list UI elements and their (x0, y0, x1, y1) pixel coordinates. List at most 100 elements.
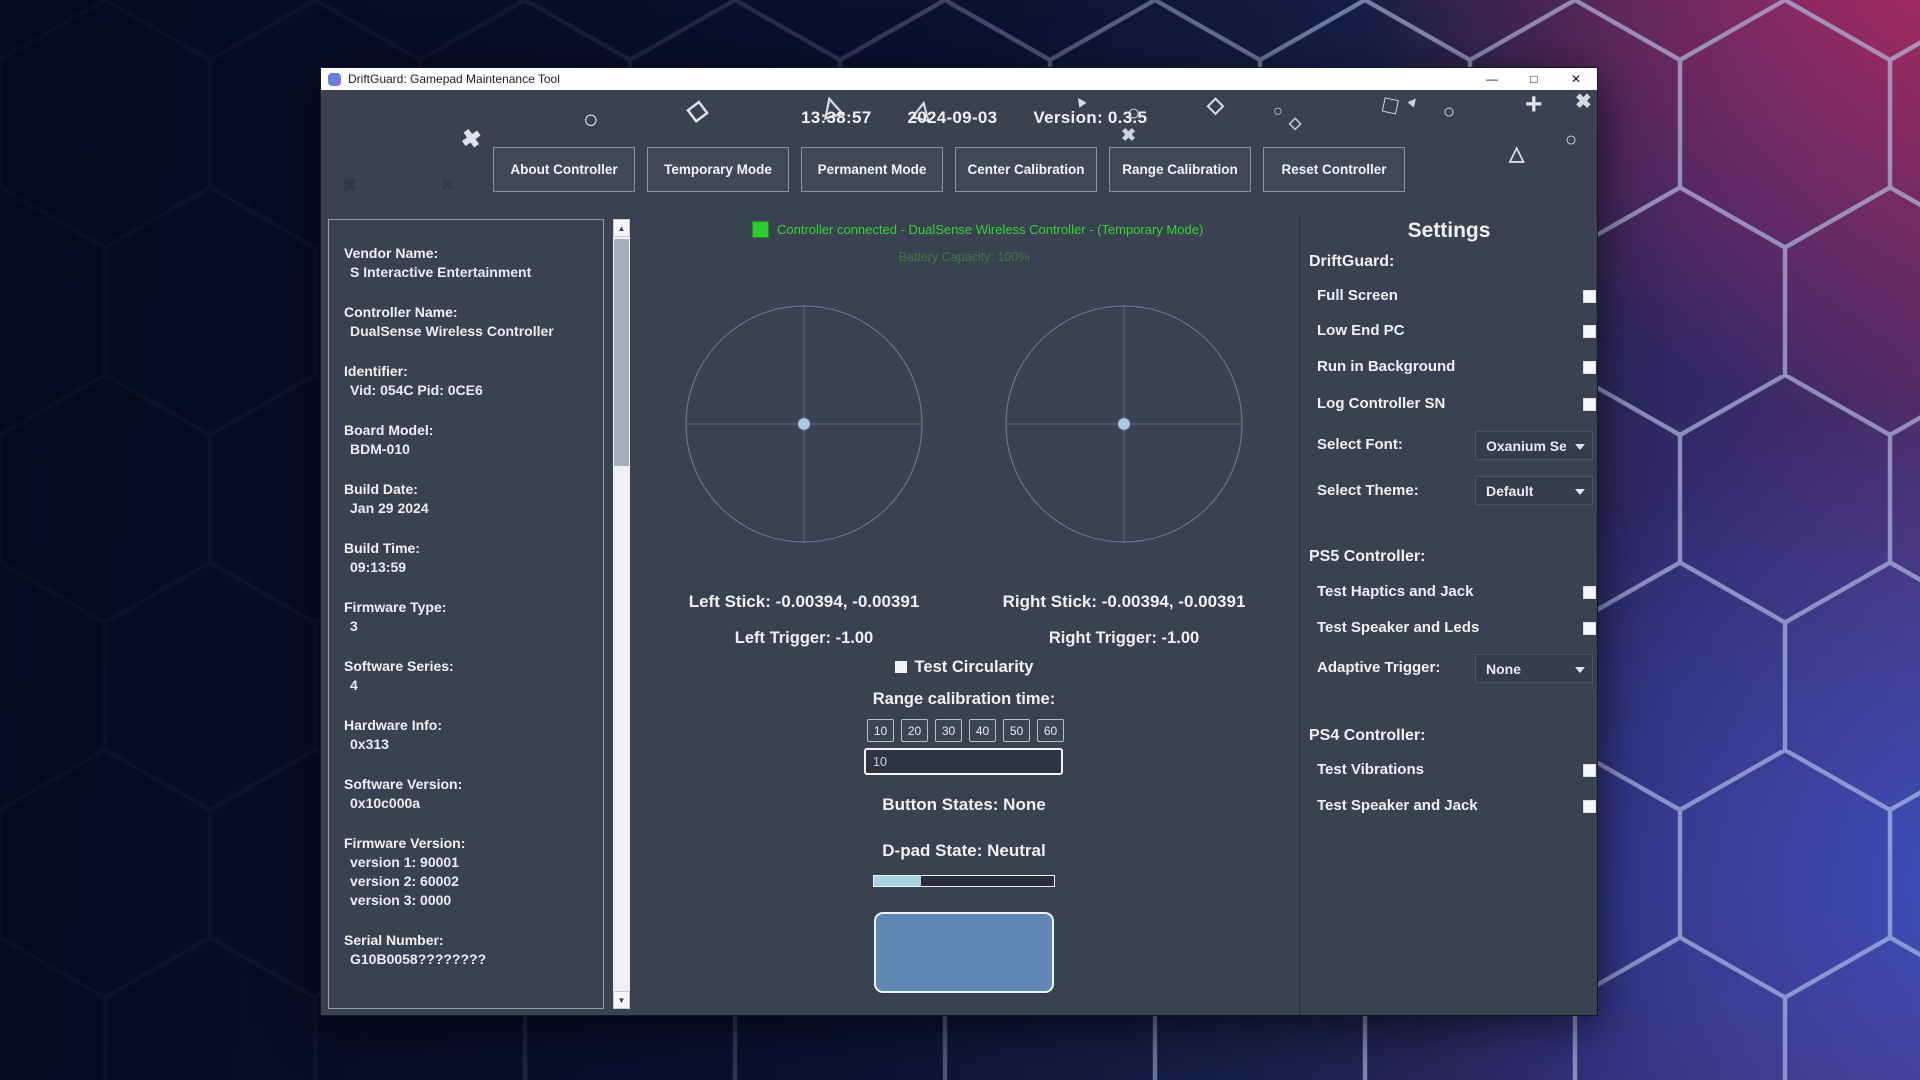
info-field-build-time: Build Time: 09:13:59 (344, 539, 593, 577)
run-in-background-checkbox[interactable] (1583, 361, 1596, 374)
info-field-serial-number: Serial Number: G10B0058???????? (344, 931, 593, 969)
window-controls: — □ ✕ (1471, 68, 1597, 90)
settings-divider (1299, 215, 1300, 1015)
clock-text: 13:38:57 (801, 108, 871, 128)
info-field-build-date: Build Date: Jan 29 2024 (344, 480, 593, 518)
close-button[interactable]: ✕ (1555, 68, 1597, 90)
status-indicator-swatch (752, 221, 769, 238)
ps-symbol-icon: ◇ (1289, 116, 1301, 132)
test-circularity-label: Test Circularity (915, 658, 1034, 676)
ps-symbol-icon: ○ (1273, 104, 1283, 120)
ps-symbol-icon: ▲ (1404, 91, 1424, 111)
dpad-state-text: D-pad State: Neutral (814, 841, 1114, 861)
low-end-pc-checkbox[interactable] (1583, 325, 1596, 338)
button-states-text: Button States: None (814, 795, 1114, 815)
connection-status: Controller connected - DualSense Wireles… (752, 221, 1203, 238)
ps-symbol-icon: + (1525, 90, 1543, 120)
left-trigger-readout: Left Trigger: -1.00 (664, 629, 944, 648)
setting-row-test-haptics: Test Haptics and Jack (1317, 583, 1599, 601)
range-time-30-button[interactable]: 30 (935, 719, 962, 742)
range-calibration-button[interactable]: Range Calibration (1109, 147, 1251, 192)
about-controller-button[interactable]: About Controller (493, 147, 635, 192)
maximize-button[interactable]: □ (1513, 68, 1555, 90)
setting-row-test-vibrations: Test Vibrations (1317, 761, 1599, 779)
led-color-visualizer (874, 912, 1054, 993)
setting-row-run-in-background: Run in Background (1317, 358, 1599, 376)
center-calibration-button[interactable]: Center Calibration (955, 147, 1097, 192)
test-vibrations-checkbox[interactable] (1583, 764, 1596, 777)
ps-symbol-icon: ✖ (341, 176, 358, 196)
range-time-buttons: 10 20 30 40 50 60 (867, 719, 1064, 742)
range-time-20-button[interactable]: 20 (901, 719, 928, 742)
settings-title: Settings (1299, 219, 1599, 243)
chevron-down-icon (1575, 444, 1585, 450)
range-time-50-button[interactable]: 50 (1003, 719, 1030, 742)
range-time-60-button[interactable]: 60 (1037, 719, 1064, 742)
right-trigger-readout: Right Trigger: -1.00 (984, 629, 1264, 648)
select-theme-label: Select Theme: (1317, 482, 1419, 499)
dpad-progress-fill (874, 876, 921, 886)
driftguard-section-header: DriftGuard: (1309, 253, 1394, 271)
scroll-down-icon[interactable]: ▼ (613, 991, 630, 1009)
battery-capacity-text: Battery Capacity: 100% (814, 250, 1114, 264)
range-time-10-button[interactable]: 10 (867, 719, 894, 742)
temporary-mode-button[interactable]: Temporary Mode (647, 147, 789, 192)
minimize-button[interactable]: — (1471, 68, 1513, 90)
info-field-identifier: Identifier: Vid: 054C Pid: 0CE6 (344, 362, 593, 400)
dpad-progress-bar (873, 875, 1055, 887)
chevron-down-icon (1575, 667, 1585, 673)
font-select[interactable]: Oxanium Semi (1475, 431, 1593, 460)
setting-row-low-end-pc: Low End PC (1317, 322, 1599, 340)
ps-symbol-icon: ◇ (1207, 94, 1224, 116)
setting-row-test-speaker-leds: Test Speaker and Leds (1317, 619, 1599, 637)
test-speaker-leds-checkbox[interactable] (1583, 622, 1596, 635)
controller-info-panel: Vendor Name: S Interactive Entertainment… (328, 219, 604, 1009)
info-field-firmware-type: Firmware Type: 3 (344, 598, 593, 636)
app-icon (328, 73, 341, 86)
info-field-hardware-info: Hardware Info: 0x313 (344, 716, 593, 754)
right-stick-gauge (1004, 304, 1244, 544)
info-field-software-version: Software Version: 0x10c000a (344, 775, 593, 813)
setting-row-full-screen: Full Screen (1317, 287, 1599, 305)
info-field-controller-name: Controller Name: DualSense Wireless Cont… (344, 303, 593, 341)
header-meta: 13:38:57 2024-09-03 Version: 0.3.5 (801, 108, 1147, 128)
info-panel-scrollbar[interactable]: ▲ ▼ (613, 219, 630, 1009)
title-bar: DriftGuard: Gamepad Maintenance Tool — □… (321, 68, 1597, 90)
range-time-input[interactable] (864, 748, 1063, 775)
scrollbar-thumb[interactable] (614, 239, 629, 466)
version-text: Version: 0.3.5 (1033, 108, 1147, 128)
status-text: Controller connected - DualSense Wireles… (777, 222, 1203, 237)
ps-symbol-icon: □ (1381, 93, 1400, 119)
test-circularity-row: Test Circularity (814, 658, 1114, 677)
adaptive-trigger-select[interactable]: None (1475, 654, 1593, 683)
ps5-section-header: PS5 Controller: (1309, 548, 1425, 566)
test-circularity-checkbox[interactable] (895, 661, 907, 673)
ps-symbol-icon: ✖ (1575, 92, 1592, 112)
ps-symbol-icon: ○ (1443, 102, 1455, 122)
reset-controller-button[interactable]: Reset Controller (1263, 147, 1405, 192)
ps4-section-header: PS4 Controller: (1309, 727, 1425, 745)
full-screen-checkbox[interactable] (1583, 290, 1596, 303)
test-speaker-jack-checkbox[interactable] (1583, 800, 1596, 813)
info-field-board-model: Board Model: BDM-010 (344, 421, 593, 459)
test-haptics-checkbox[interactable] (1583, 586, 1596, 599)
chevron-down-icon (1575, 489, 1585, 495)
theme-select[interactable]: Default (1475, 476, 1593, 505)
ps-symbol-icon: △ (1509, 144, 1524, 164)
range-calibration-heading: Range calibration time: (814, 690, 1114, 709)
log-controller-sn-checkbox[interactable] (1583, 398, 1596, 411)
range-time-40-button[interactable]: 40 (969, 719, 996, 742)
info-field-firmware-version: Firmware Version: version 1: 90001 versi… (344, 834, 593, 910)
ps-symbol-icon: ✖ (441, 178, 454, 194)
left-stick-readout: Left Stick: -0.00394, -0.00391 (664, 592, 944, 612)
right-stick-readout: Right Stick: -0.00394, -0.00391 (984, 592, 1264, 612)
scroll-up-icon[interactable]: ▲ (613, 219, 630, 237)
window-title: DriftGuard: Gamepad Maintenance Tool (348, 72, 560, 86)
ps-symbol-icon: ○ (463, 180, 473, 196)
app-window: DriftGuard: Gamepad Maintenance Tool — □… (320, 67, 1598, 1016)
adaptive-trigger-label: Adaptive Trigger: (1317, 659, 1440, 676)
date-text: 2024-09-03 (907, 108, 997, 128)
left-stick-gauge (684, 304, 924, 544)
permanent-mode-button[interactable]: Permanent Mode (801, 147, 943, 192)
right-stick-dot (1118, 418, 1130, 430)
